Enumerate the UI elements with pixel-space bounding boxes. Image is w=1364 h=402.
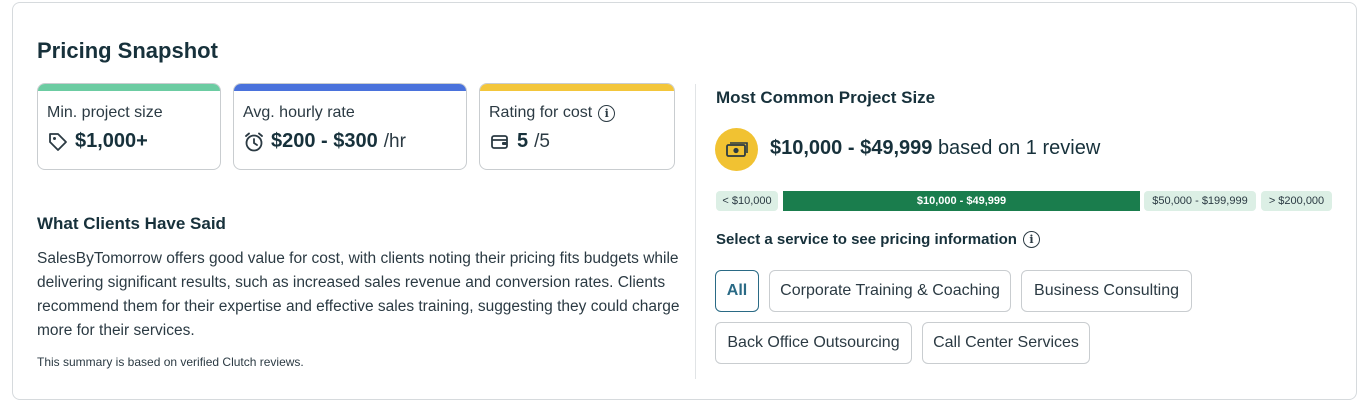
stat-value-text: $200 - $300 [271, 130, 378, 152]
service-chip-all[interactable]: All [715, 270, 759, 312]
stat-color-bar [480, 84, 674, 91]
stat-value-text: 5 [517, 130, 529, 152]
stat-rating-for-cost: Rating for cost i 5 /5 [479, 83, 675, 170]
stat-value: $200 - $300 /hr [243, 130, 406, 153]
stat-label: Rating for cost [489, 104, 593, 121]
section-divider [695, 84, 696, 379]
stat-color-bar [234, 84, 466, 91]
service-select-heading: Select a service to see pricing informat… [716, 231, 1040, 248]
stat-value: 5 /5 [489, 130, 550, 153]
stat-label-row: Rating for cost i [489, 104, 616, 122]
range-segment: $50,000 - $199,999 [1144, 191, 1256, 211]
range-segment: > $200,000 [1261, 191, 1332, 211]
stat-value-text: $1,000+ [75, 130, 148, 152]
common-size-range: $10,000 - $49,999 [770, 137, 933, 159]
service-chip-corporate-training[interactable]: Corporate Training & Coaching [769, 270, 1011, 312]
common-size-suffix: based on 1 review [937, 137, 1101, 159]
summary-note: This summary is based on verified Clutch… [37, 355, 304, 369]
stat-value: $1,000+ [47, 130, 148, 153]
stat-color-bar [38, 84, 220, 91]
info-icon[interactable]: i [1022, 231, 1040, 248]
range-segment: < $10,000 [716, 191, 778, 211]
service-chip-call-center[interactable]: Call Center Services [922, 322, 1090, 364]
wallet-icon [489, 131, 511, 153]
common-size-heading: Most Common Project Size [716, 88, 936, 107]
service-select-label: Select a service to see pricing informat… [716, 231, 1017, 248]
stat-label: Min. project size [47, 104, 163, 121]
info-icon[interactable]: i [598, 104, 616, 122]
price-tag-icon [47, 131, 69, 153]
stat-unit: /5 [534, 130, 550, 152]
alarm-clock-icon [243, 131, 265, 153]
clients-summary: SalesByTomorrow offers good value for co… [37, 250, 680, 339]
project-size-range-bar: < $10,000 $10,000 - $49,999 $50,000 - $1… [716, 191, 1336, 211]
stat-avg-hourly-rate: Avg. hourly rate $200 - $300 /hr [233, 83, 467, 170]
stat-unit: /hr [383, 130, 406, 152]
common-size-value: $10,000 - $49,999 based on 1 review [770, 137, 1100, 160]
range-segment-active: $10,000 - $49,999 [783, 191, 1140, 211]
service-chip-business-consulting[interactable]: Business Consulting [1021, 270, 1192, 312]
page-title: Pricing Snapshot [37, 38, 218, 63]
stat-label: Avg. hourly rate [243, 104, 355, 121]
stat-min-project-size: Min. project size $1,000+ [37, 83, 221, 170]
service-chip-back-office[interactable]: Back Office Outsourcing [715, 322, 912, 364]
clients-heading: What Clients Have Said [37, 214, 226, 233]
money-icon [715, 128, 758, 171]
